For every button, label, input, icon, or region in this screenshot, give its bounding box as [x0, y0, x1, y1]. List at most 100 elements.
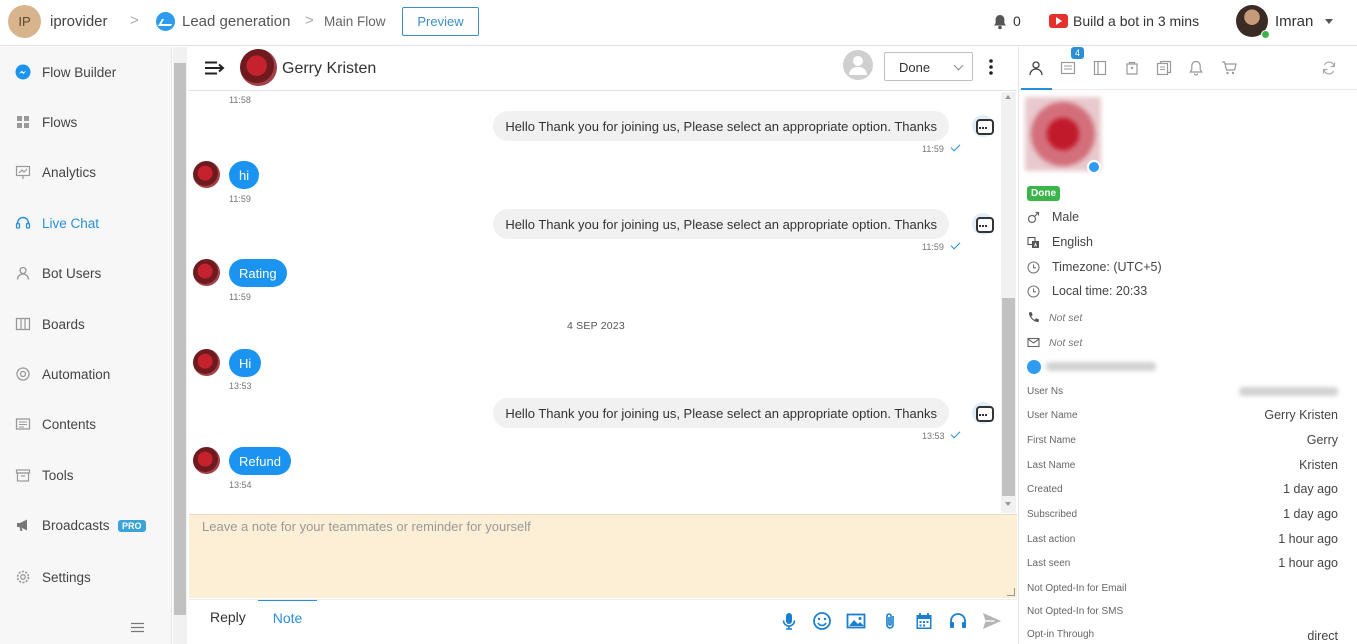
- attribute-row: Not Opted-In for Email: [1027, 580, 1338, 598]
- user-message: Rating: [229, 259, 287, 287]
- attribute-key: Created: [1027, 484, 1063, 495]
- attribute-row: Last seen 1 hour ago: [1027, 555, 1338, 573]
- phone-row[interactable]: Not set: [1027, 309, 1347, 327]
- gender-value: Male: [1052, 210, 1080, 224]
- messenger-icon: [156, 12, 175, 31]
- preview-button[interactable]: Preview: [402, 7, 479, 36]
- sidebar-item-label: Automation: [42, 366, 111, 382]
- status-value: Done: [899, 60, 931, 75]
- headset-icon[interactable]: [948, 611, 968, 631]
- tab-note[interactable]: Note: [258, 600, 317, 634]
- online-status-dot: [1261, 30, 1270, 39]
- build-bot-link[interactable]: Build a bot in 3 mins: [1073, 13, 1199, 29]
- automation-icon: [16, 367, 30, 381]
- message-list[interactable]: 11:58 Hello Thank you for joining us, Pl…: [188, 92, 1000, 513]
- tab-notifications-bell-icon[interactable]: [1188, 60, 1204, 76]
- send-icon[interactable]: [982, 611, 1002, 631]
- toggle-panel-icon[interactable]: [205, 61, 225, 75]
- attribute-key: User Name: [1027, 410, 1078, 421]
- workspace-name[interactable]: iprovider: [50, 13, 108, 30]
- assign-agent-icon[interactable]: [843, 50, 873, 80]
- sidebar-item-flow-builder[interactable]: Flow Builder: [0, 56, 172, 88]
- sidebar-item-broadcasts[interactable]: Broadcasts PRO: [0, 509, 172, 541]
- resize-handle-icon[interactable]: [1007, 588, 1015, 596]
- sidebar-item-label: Live Chat: [42, 215, 100, 231]
- conversation-status-select[interactable]: Done: [884, 52, 973, 81]
- calendar-icon[interactable]: [914, 611, 934, 631]
- more-options-icon[interactable]: [988, 59, 994, 75]
- sidebar-item-label: Analytics: [42, 164, 97, 180]
- tab-board-icon[interactable]: [1092, 60, 1108, 76]
- sidebar-item-contents[interactable]: Contents: [0, 408, 172, 440]
- gear-icon: [16, 570, 30, 584]
- phone-icon: [1028, 312, 1039, 323]
- attachment-icon[interactable]: [880, 611, 900, 631]
- menu-collapse-icon[interactable]: [131, 622, 144, 633]
- sidebar-item-flows[interactable]: Flows: [0, 106, 172, 138]
- local-time-value: Local time: 20:33: [1052, 284, 1148, 298]
- attribute-key: Not Opted-In for Email: [1027, 583, 1127, 594]
- timezone-value: Timezone: (UTC+5): [1052, 260, 1162, 274]
- tab-cart-icon[interactable]: [1221, 60, 1237, 76]
- tab-reply[interactable]: Reply: [210, 609, 246, 625]
- composer-toolbar: Reply Note: [189, 599, 1017, 644]
- youtube-icon[interactable]: [1049, 14, 1068, 28]
- sidebar-item-settings[interactable]: Settings: [0, 561, 172, 593]
- message-time: 13:54: [229, 480, 252, 490]
- attribute-row: Not Opted-In for SMS: [1027, 603, 1338, 621]
- email-row[interactable]: Not set: [1027, 334, 1347, 352]
- user-message: Hi: [229, 349, 262, 377]
- scrollbar-thumb[interactable]: [1002, 298, 1015, 496]
- scroll-up-icon[interactable]: [1005, 95, 1011, 99]
- user-message: hi: [229, 161, 260, 189]
- scroll-down-icon[interactable]: [1005, 502, 1011, 506]
- scrollbar-thumb[interactable]: [174, 63, 186, 615]
- message-time: 11:59: [922, 144, 944, 154]
- message-time: 11:59: [922, 242, 944, 252]
- bell-icon[interactable]: [993, 14, 1007, 30]
- sidebar-item-tools[interactable]: Tools: [0, 459, 172, 491]
- microphone-icon[interactable]: [779, 611, 799, 631]
- note-input[interactable]: [189, 515, 1017, 598]
- megaphone-icon: [17, 519, 27, 531]
- user-avatar: [193, 349, 220, 376]
- attribute-value: direct: [1307, 629, 1338, 643]
- chat-scrollbar[interactable]: [1001, 92, 1016, 513]
- sidebar-scrollbar[interactable]: [173, 47, 187, 644]
- attribute-row: Created 1 day ago: [1027, 481, 1338, 499]
- notification-count: 0: [1013, 13, 1021, 29]
- attribute-key: Last action: [1027, 534, 1076, 545]
- attribute-key: Opt-in Through: [1027, 629, 1095, 640]
- sidebar-item-automation[interactable]: Automation: [0, 358, 172, 390]
- attribute-row: Last Name Kristen: [1027, 457, 1338, 475]
- tab-tags-icon[interactable]: [1124, 60, 1140, 76]
- sidebar-item-label: Tools: [42, 467, 74, 483]
- emoji-icon[interactable]: [812, 611, 832, 631]
- sidebar-item-live-chat[interactable]: Live Chat: [0, 207, 172, 239]
- tools-icon: [15, 469, 31, 482]
- user-name[interactable]: Imran: [1275, 13, 1313, 30]
- refresh-icon[interactable]: [1321, 60, 1337, 76]
- redacted-user-ns: [1239, 387, 1338, 396]
- clock-icon: [1027, 261, 1040, 274]
- attribute-row: Subscribed 1 day ago: [1027, 506, 1338, 524]
- breadcrumb-flow[interactable]: Main Flow: [324, 14, 386, 29]
- sidebar-item-boards[interactable]: Boards: [0, 308, 172, 340]
- sidebar-item-bot-users[interactable]: Bot Users: [0, 257, 172, 289]
- sidebar-item-analytics[interactable]: Analytics: [0, 156, 172, 188]
- tab-notes-icon[interactable]: [1060, 60, 1076, 76]
- tab-profile-user-icon[interactable]: [1028, 60, 1044, 76]
- pro-badge: PRO: [118, 520, 146, 532]
- bot-message: Hello Thank you for joining us, Please s…: [493, 111, 949, 141]
- workspace-avatar[interactable]: IP: [8, 5, 41, 38]
- message-time: 11:58: [229, 95, 251, 105]
- tab-files-icon[interactable]: [1156, 60, 1172, 76]
- chevron-down-icon[interactable]: [1325, 19, 1333, 24]
- breadcrumb-bot[interactable]: Lead generation: [182, 13, 290, 30]
- attribute-row: User Ns: [1027, 383, 1338, 401]
- attribute-value: Gerry Kristen: [1264, 408, 1338, 422]
- chat-header: Gerry Kristen Done: [188, 47, 1016, 91]
- board-icon: [15, 317, 31, 331]
- image-icon[interactable]: [846, 611, 866, 631]
- attribute-key: First Name: [1027, 435, 1076, 446]
